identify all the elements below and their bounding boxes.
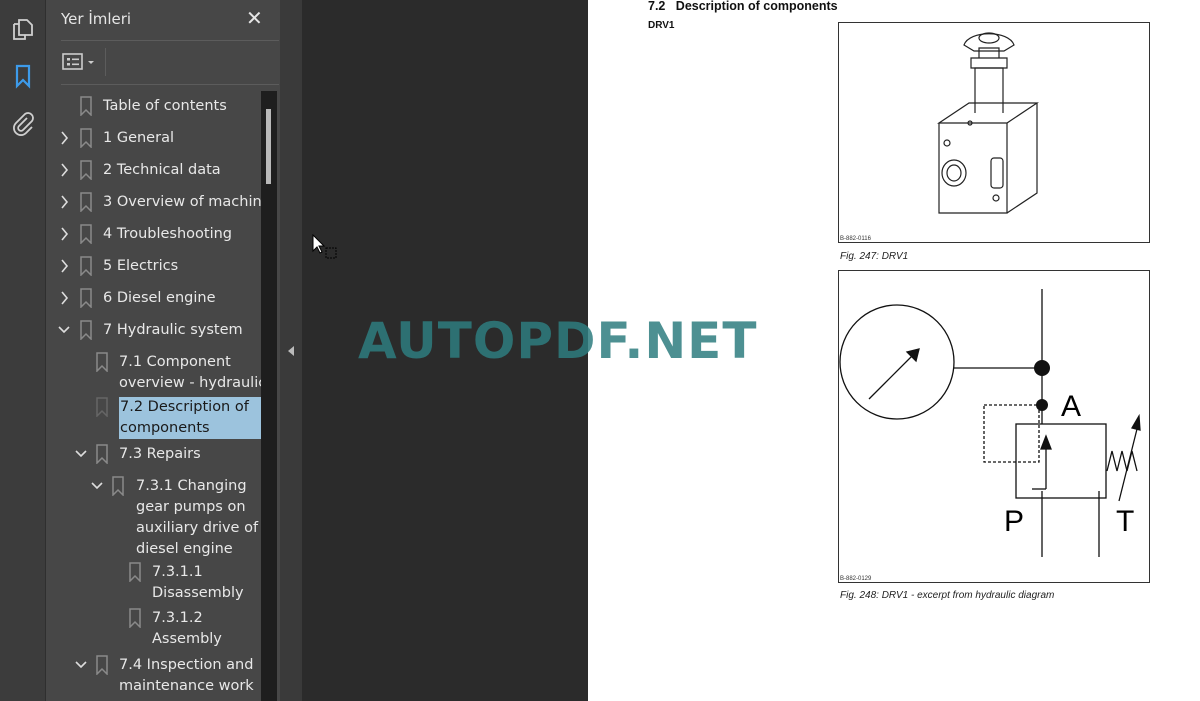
bookmark-icon: [112, 476, 124, 496]
figure-hydraulic-diagram: A P T B-882-0129: [838, 270, 1150, 583]
chevron-right-icon[interactable]: [58, 194, 70, 210]
bookmark-icon: [96, 655, 108, 675]
collapse-panel-icon[interactable]: [288, 346, 294, 356]
bookmark-label: 7 Hydraulic system: [103, 322, 243, 338]
port-t-label: T: [1116, 505, 1134, 538]
chevron-right-icon[interactable]: [58, 258, 70, 274]
list-options-icon[interactable]: [62, 52, 102, 74]
bookmark-icon: [96, 444, 108, 464]
chevron-down-icon[interactable]: [75, 657, 87, 673]
bookmark-label: 7.2 Description of components: [119, 397, 261, 439]
port-p-label: P: [1004, 505, 1024, 538]
bookmark-icon: [96, 397, 108, 417]
hydraulic-symbol: A P T: [839, 289, 1141, 557]
bookmark-icon: [80, 224, 92, 244]
bookmark-label: 1 General: [103, 130, 174, 146]
bookmark-label: 7.3.1.2 Assembly: [152, 610, 222, 647]
bookmark-label: 4 Troubleshooting: [103, 226, 233, 242]
chevron-down-icon[interactable]: [58, 322, 70, 338]
bookmark-icon: [96, 352, 108, 372]
bookmark-label: 6 Diesel engine: [103, 290, 216, 306]
valve-drawing: [937, 32, 1039, 214]
panel-title: Yer İmleri: [61, 10, 132, 28]
bookmark-icon: [80, 96, 92, 116]
figure-caption: Fig. 247: DRV1: [840, 251, 909, 262]
bookmark-icon: [80, 256, 92, 276]
bookmark-label: 7.1 Component overview - hydraulics: [119, 354, 261, 391]
bookmark-icon[interactable]: [10, 63, 36, 89]
subheading: DRV1: [648, 20, 675, 31]
scrollbar[interactable]: [261, 91, 277, 701]
watermark: AUTOPDF.NET: [358, 312, 758, 370]
bookmark-icon: [80, 288, 92, 308]
bookmark-label: 7.4 Inspection and maintenance work: [119, 657, 254, 694]
panel-splitter: [280, 0, 302, 701]
bookmark-label: 7.3.1.1 Disassembly: [152, 564, 244, 601]
chevron-right-icon[interactable]: [58, 130, 70, 146]
section-heading: 7.2 Description of components: [648, 0, 838, 13]
cursor-icon: [312, 234, 337, 259]
chevron-right-icon[interactable]: [58, 290, 70, 306]
bookmark-label: 7.3 Repairs: [119, 446, 201, 462]
bookmarks-panel: Yer İmleri ✕ Table of contents 1 General 2…: [46, 0, 280, 701]
bookmark-icon: [129, 608, 141, 628]
figure-caption: Fig. 248: DRV1 - excerpt from hydraulic …: [840, 590, 1055, 601]
bookmark-label: 2 Technical data: [103, 162, 221, 178]
bookmark-tree: Table of contents 1 General 2 Technical da…: [46, 90, 261, 701]
port-a-label: A: [1061, 390, 1081, 423]
figure-valve: B-882-0116: [838, 22, 1150, 243]
bookmark-icon: [80, 192, 92, 212]
chevron-right-icon[interactable]: [58, 162, 70, 178]
bookmark-icon: [129, 562, 141, 582]
chevron-down-icon[interactable]: [91, 478, 103, 494]
figure-code: B-882-0116: [840, 236, 871, 242]
bookmark-label: 3 Overview of machine: [103, 194, 261, 210]
scrollbar-thumb[interactable]: [266, 109, 271, 184]
bookmark-label: Table of contents: [103, 98, 227, 114]
bookmark-icon: [80, 128, 92, 148]
pages-icon[interactable]: [10, 16, 36, 42]
chevron-right-icon[interactable]: [58, 226, 70, 242]
bookmark-label: 7.3.1 Changing gear pumps on auxiliary d…: [136, 478, 259, 557]
bookmark-icon: [80, 320, 92, 340]
close-icon[interactable]: ✕: [246, 6, 263, 30]
tool-rail: [0, 0, 46, 701]
figure-code: B-882-0129: [840, 576, 872, 582]
bookmark-label: 5 Electrics: [103, 258, 179, 274]
chevron-down-icon[interactable]: [75, 446, 87, 462]
bookmark-icon: [80, 160, 92, 180]
attachment-icon[interactable]: [10, 110, 36, 136]
